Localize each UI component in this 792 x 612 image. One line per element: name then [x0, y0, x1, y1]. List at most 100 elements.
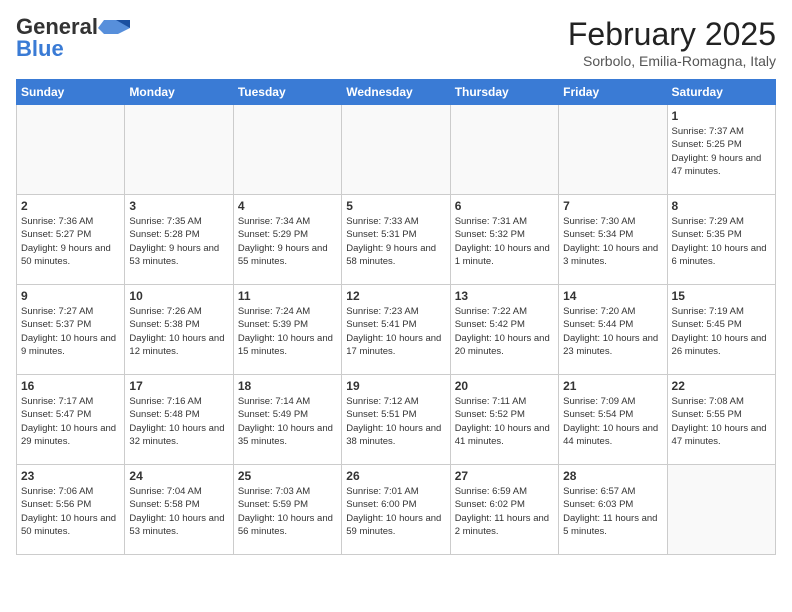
day-number: 13 [455, 289, 554, 303]
calendar-cell: 23 Sunrise: 7:06 AM Sunset: 5:56 PM Dayli… [17, 465, 125, 555]
calendar-week-row: 2Sunrise: 7:36 AM Sunset: 5:27 PM Daylig… [17, 195, 776, 285]
day-number: 3 [129, 199, 228, 213]
calendar-cell: 16 Sunrise: 7:17 AM Sunset: 5:47 PM Dayli… [17, 375, 125, 465]
calendar-cell [125, 105, 233, 195]
logo-icon [98, 18, 130, 36]
calendar-week-row: 16 Sunrise: 7:17 AM Sunset: 5:47 PM Dayli… [17, 375, 776, 465]
day-number: 18 [238, 379, 337, 393]
day-number: 17 [129, 379, 228, 393]
day-info: Sunrise: 6:59 AM Sunset: 6:02 PM Dayligh… [455, 485, 554, 538]
weekday-header: Sunday [17, 80, 125, 105]
calendar-cell: 7Sunrise: 7:30 AM Sunset: 5:34 PM Daylig… [559, 195, 667, 285]
calendar-cell: 4 Sunrise: 7:34 AM Sunset: 5:29 PM Daylig… [233, 195, 341, 285]
calendar-week-row: 9 Sunrise: 7:27 AM Sunset: 5:37 PM Daylig… [17, 285, 776, 375]
day-info: Sunrise: 7:27 AM Sunset: 5:37 PM Dayligh… [21, 305, 120, 358]
day-number: 16 [21, 379, 120, 393]
calendar-cell: 26 Sunrise: 7:01 AM Sunset: 6:00 PM Dayli… [342, 465, 450, 555]
day-number: 14 [563, 289, 662, 303]
weekday-header: Tuesday [233, 80, 341, 105]
calendar-cell: 3 Sunrise: 7:35 AM Sunset: 5:28 PM Daylig… [125, 195, 233, 285]
day-number: 23 [21, 469, 120, 483]
month-title: February 2025 [568, 16, 776, 53]
logo: General Blue [16, 16, 130, 60]
calendar-cell [559, 105, 667, 195]
day-info: Sunrise: 7:17 AM Sunset: 5:47 PM Dayligh… [21, 395, 120, 448]
calendar-cell: 15 Sunrise: 7:19 AM Sunset: 5:45 PM Dayli… [667, 285, 775, 375]
calendar-cell: 27 Sunrise: 6:59 AM Sunset: 6:02 PM Dayli… [450, 465, 558, 555]
calendar-cell: 14 Sunrise: 7:20 AM Sunset: 5:44 PM Dayli… [559, 285, 667, 375]
day-number: 12 [346, 289, 445, 303]
calendar-week-row: 23 Sunrise: 7:06 AM Sunset: 5:56 PM Dayli… [17, 465, 776, 555]
day-info: Sunrise: 7:04 AM Sunset: 5:58 PM Dayligh… [129, 485, 228, 538]
calendar-cell: 2Sunrise: 7:36 AM Sunset: 5:27 PM Daylig… [17, 195, 125, 285]
day-info: Sunrise: 7:20 AM Sunset: 5:44 PM Dayligh… [563, 305, 662, 358]
calendar-cell: 10 Sunrise: 7:26 AM Sunset: 5:38 PM Dayli… [125, 285, 233, 375]
calendar-cell [233, 105, 341, 195]
calendar-cell: 1 Sunrise: 7:37 AM Sunset: 5:25 PM Daylig… [667, 105, 775, 195]
day-info: Sunrise: 7:37 AM Sunset: 5:25 PM Dayligh… [672, 125, 771, 178]
day-number: 21 [563, 379, 662, 393]
day-info: Sunrise: 7:06 AM Sunset: 5:56 PM Dayligh… [21, 485, 120, 538]
weekday-header: Thursday [450, 80, 558, 105]
calendar-cell: 12Sunrise: 7:23 AM Sunset: 5:41 PM Dayli… [342, 285, 450, 375]
weekday-header: Monday [125, 80, 233, 105]
day-number: 19 [346, 379, 445, 393]
calendar-cell: 24 Sunrise: 7:04 AM Sunset: 5:58 PM Dayli… [125, 465, 233, 555]
day-number: 8 [672, 199, 771, 213]
calendar-cell: 6 Sunrise: 7:31 AM Sunset: 5:32 PM Daylig… [450, 195, 558, 285]
day-info: Sunrise: 7:33 AM Sunset: 5:31 PM Dayligh… [346, 215, 445, 268]
day-info: Sunrise: 7:03 AM Sunset: 5:59 PM Dayligh… [238, 485, 337, 538]
day-number: 26 [346, 469, 445, 483]
calendar-cell: 20Sunrise: 7:11 AM Sunset: 5:52 PM Dayli… [450, 375, 558, 465]
day-number: 11 [238, 289, 337, 303]
day-info: Sunrise: 7:14 AM Sunset: 5:49 PM Dayligh… [238, 395, 337, 448]
day-number: 24 [129, 469, 228, 483]
weekday-header: Friday [559, 80, 667, 105]
day-number: 7 [563, 199, 662, 213]
calendar-cell: 11Sunrise: 7:24 AM Sunset: 5:39 PM Dayli… [233, 285, 341, 375]
day-number: 2 [21, 199, 120, 213]
day-info: Sunrise: 7:34 AM Sunset: 5:29 PM Dayligh… [238, 215, 337, 268]
day-number: 27 [455, 469, 554, 483]
weekday-header: Saturday [667, 80, 775, 105]
day-number: 15 [672, 289, 771, 303]
day-number: 4 [238, 199, 337, 213]
day-info: Sunrise: 7:35 AM Sunset: 5:28 PM Dayligh… [129, 215, 228, 268]
day-info: Sunrise: 7:01 AM Sunset: 6:00 PM Dayligh… [346, 485, 445, 538]
day-info: Sunrise: 7:22 AM Sunset: 5:42 PM Dayligh… [455, 305, 554, 358]
calendar-cell: 18 Sunrise: 7:14 AM Sunset: 5:49 PM Dayli… [233, 375, 341, 465]
weekday-header-row: SundayMondayTuesdayWednesdayThursdayFrid… [17, 80, 776, 105]
title-block: February 2025 Sorbolo, Emilia-Romagna, I… [568, 16, 776, 69]
day-info: Sunrise: 7:12 AM Sunset: 5:51 PM Dayligh… [346, 395, 445, 448]
calendar-cell [342, 105, 450, 195]
calendar-cell: 22Sunrise: 7:08 AM Sunset: 5:55 PM Dayli… [667, 375, 775, 465]
day-info: Sunrise: 7:11 AM Sunset: 5:52 PM Dayligh… [455, 395, 554, 448]
day-number: 6 [455, 199, 554, 213]
day-info: Sunrise: 6:57 AM Sunset: 6:03 PM Dayligh… [563, 485, 662, 538]
day-number: 22 [672, 379, 771, 393]
location: Sorbolo, Emilia-Romagna, Italy [568, 53, 776, 69]
calendar-cell: 19 Sunrise: 7:12 AM Sunset: 5:51 PM Dayli… [342, 375, 450, 465]
calendar-cell: 8Sunrise: 7:29 AM Sunset: 5:35 PM Daylig… [667, 195, 775, 285]
calendar-cell [450, 105, 558, 195]
day-number: 1 [672, 109, 771, 123]
calendar-cell: 5 Sunrise: 7:33 AM Sunset: 5:31 PM Daylig… [342, 195, 450, 285]
day-number: 10 [129, 289, 228, 303]
day-number: 9 [21, 289, 120, 303]
day-info: Sunrise: 7:26 AM Sunset: 5:38 PM Dayligh… [129, 305, 228, 358]
day-info: Sunrise: 7:16 AM Sunset: 5:48 PM Dayligh… [129, 395, 228, 448]
calendar-cell: 13 Sunrise: 7:22 AM Sunset: 5:42 PM Dayli… [450, 285, 558, 375]
calendar-cell: 9 Sunrise: 7:27 AM Sunset: 5:37 PM Daylig… [17, 285, 125, 375]
calendar-cell: 25 Sunrise: 7:03 AM Sunset: 5:59 PM Dayli… [233, 465, 341, 555]
calendar-table: SundayMondayTuesdayWednesdayThursdayFrid… [16, 79, 776, 555]
page-header: General Blue February 2025 Sorbolo, Emil… [16, 16, 776, 69]
calendar-cell [17, 105, 125, 195]
calendar-cell: 28Sunrise: 6:57 AM Sunset: 6:03 PM Dayli… [559, 465, 667, 555]
day-number: 5 [346, 199, 445, 213]
calendar-week-row: 1 Sunrise: 7:37 AM Sunset: 5:25 PM Daylig… [17, 105, 776, 195]
day-number: 25 [238, 469, 337, 483]
calendar-cell [667, 465, 775, 555]
day-info: Sunrise: 7:31 AM Sunset: 5:32 PM Dayligh… [455, 215, 554, 268]
day-info: Sunrise: 7:19 AM Sunset: 5:45 PM Dayligh… [672, 305, 771, 358]
weekday-header: Wednesday [342, 80, 450, 105]
